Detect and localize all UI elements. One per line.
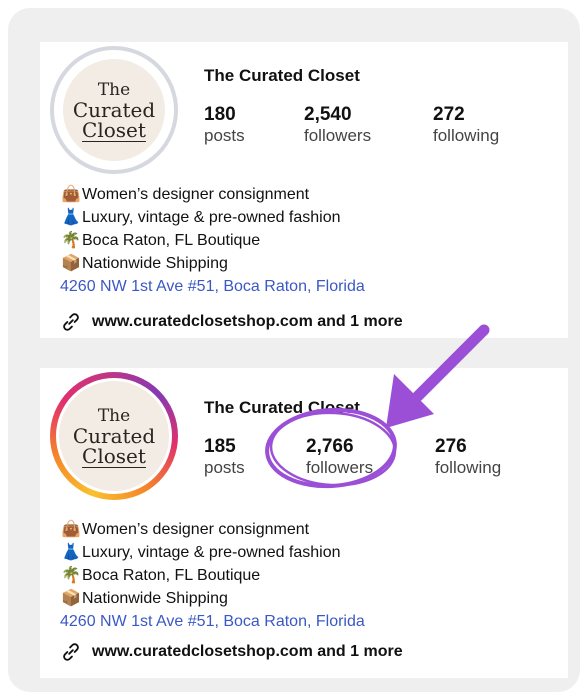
- profile-header-after: The Curated Closet The Curated Closet 18…: [40, 368, 568, 678]
- website-link-text: www.curatedclosetshop.com and 1 more: [92, 313, 403, 330]
- logo-text-the: The: [97, 80, 131, 100]
- bio-line: 👗Luxury, vintage & pre-owned fashion: [60, 206, 365, 229]
- logo-text-curated: Curated: [72, 98, 156, 122]
- posts-stat[interactable]: 180 posts: [204, 104, 245, 146]
- following-stat[interactable]: 276 following: [435, 436, 501, 478]
- followers-stat[interactable]: 2,540 followers: [304, 104, 371, 146]
- following-label: following: [433, 126, 500, 145]
- bio-line: 👜Women’s designer consignment: [60, 518, 365, 541]
- curated-closet-logo: The Curated Closet: [56, 378, 172, 494]
- package-icon: 📦: [61, 255, 81, 272]
- palm-tree-icon: 🌴: [61, 232, 81, 249]
- following-label: following: [435, 458, 502, 477]
- posts-count: 185: [204, 436, 236, 457]
- bio-line: 📦Nationwide Shipping: [60, 252, 365, 275]
- posts-label: posts: [204, 458, 245, 477]
- handbag-icon: 👜: [61, 521, 81, 538]
- logo-text-curated: Curated: [72, 424, 156, 448]
- screenshot-frame: The Curated Closet The Curated Closet 18…: [8, 8, 580, 692]
- dress-icon: 👗: [61, 544, 81, 561]
- address-link[interactable]: 4260 NW 1st Ave #51, Boca Raton, Florida: [60, 275, 365, 298]
- posts-stat[interactable]: 185 posts: [204, 436, 245, 478]
- bio-line: 🌴Boca Raton, FL Boutique: [60, 564, 365, 587]
- link-icon: [63, 313, 79, 331]
- link-icon: [63, 643, 79, 661]
- package-icon: 📦: [61, 590, 81, 607]
- profile-avatar[interactable]: The Curated Closet: [50, 46, 178, 174]
- bio-line: 📦Nationwide Shipping: [60, 587, 365, 610]
- following-count: 272: [433, 104, 465, 125]
- profile-bio: 👜Women’s designer consignment 👗Luxury, v…: [60, 183, 365, 298]
- website-link[interactable]: www.curatedclosetshop.com and 1 more: [60, 311, 403, 333]
- profile-header-before: The Curated Closet The Curated Closet 18…: [40, 42, 568, 338]
- followers-count-after: 2,766: [306, 436, 354, 457]
- bio-line: 👗Luxury, vintage & pre-owned fashion: [60, 541, 365, 564]
- posts-label: posts: [204, 126, 245, 145]
- followers-label: followers: [306, 458, 374, 477]
- website-link-text: www.curatedclosetshop.com and 1 more: [92, 643, 403, 660]
- bio-line: 🌴Boca Raton, FL Boutique: [60, 229, 365, 252]
- followers-count: 2,540: [304, 104, 352, 125]
- following-stat[interactable]: 272 following: [433, 104, 499, 146]
- website-link[interactable]: www.curatedclosetshop.com and 1 more: [60, 641, 403, 663]
- bio-line: 👜Women’s designer consignment: [60, 183, 365, 206]
- posts-count: 180: [204, 104, 236, 125]
- dress-icon: 👗: [61, 209, 81, 226]
- profile-bio: 👜Women’s designer consignment 👗Luxury, v…: [60, 518, 365, 633]
- curated-closet-logo: The Curated Closet: [60, 56, 168, 164]
- followers-label: followers: [304, 126, 372, 145]
- address-link[interactable]: 4260 NW 1st Ave #51, Boca Raton, Florida: [60, 610, 365, 633]
- profile-name: The Curated Closet: [204, 66, 360, 85]
- following-count: 276: [435, 436, 467, 457]
- logo-text-closet: Closet: [82, 444, 146, 468]
- handbag-icon: 👜: [61, 186, 81, 203]
- logo-text-the: The: [97, 406, 131, 426]
- followers-stat[interactable]: 2,766 followers: [306, 436, 373, 478]
- logo-text-closet: Closet: [82, 118, 146, 142]
- palm-tree-icon: 🌴: [61, 567, 81, 584]
- profile-name: The Curated Closet: [204, 398, 360, 417]
- profile-avatar-story-ring[interactable]: The Curated Closet: [50, 372, 178, 500]
